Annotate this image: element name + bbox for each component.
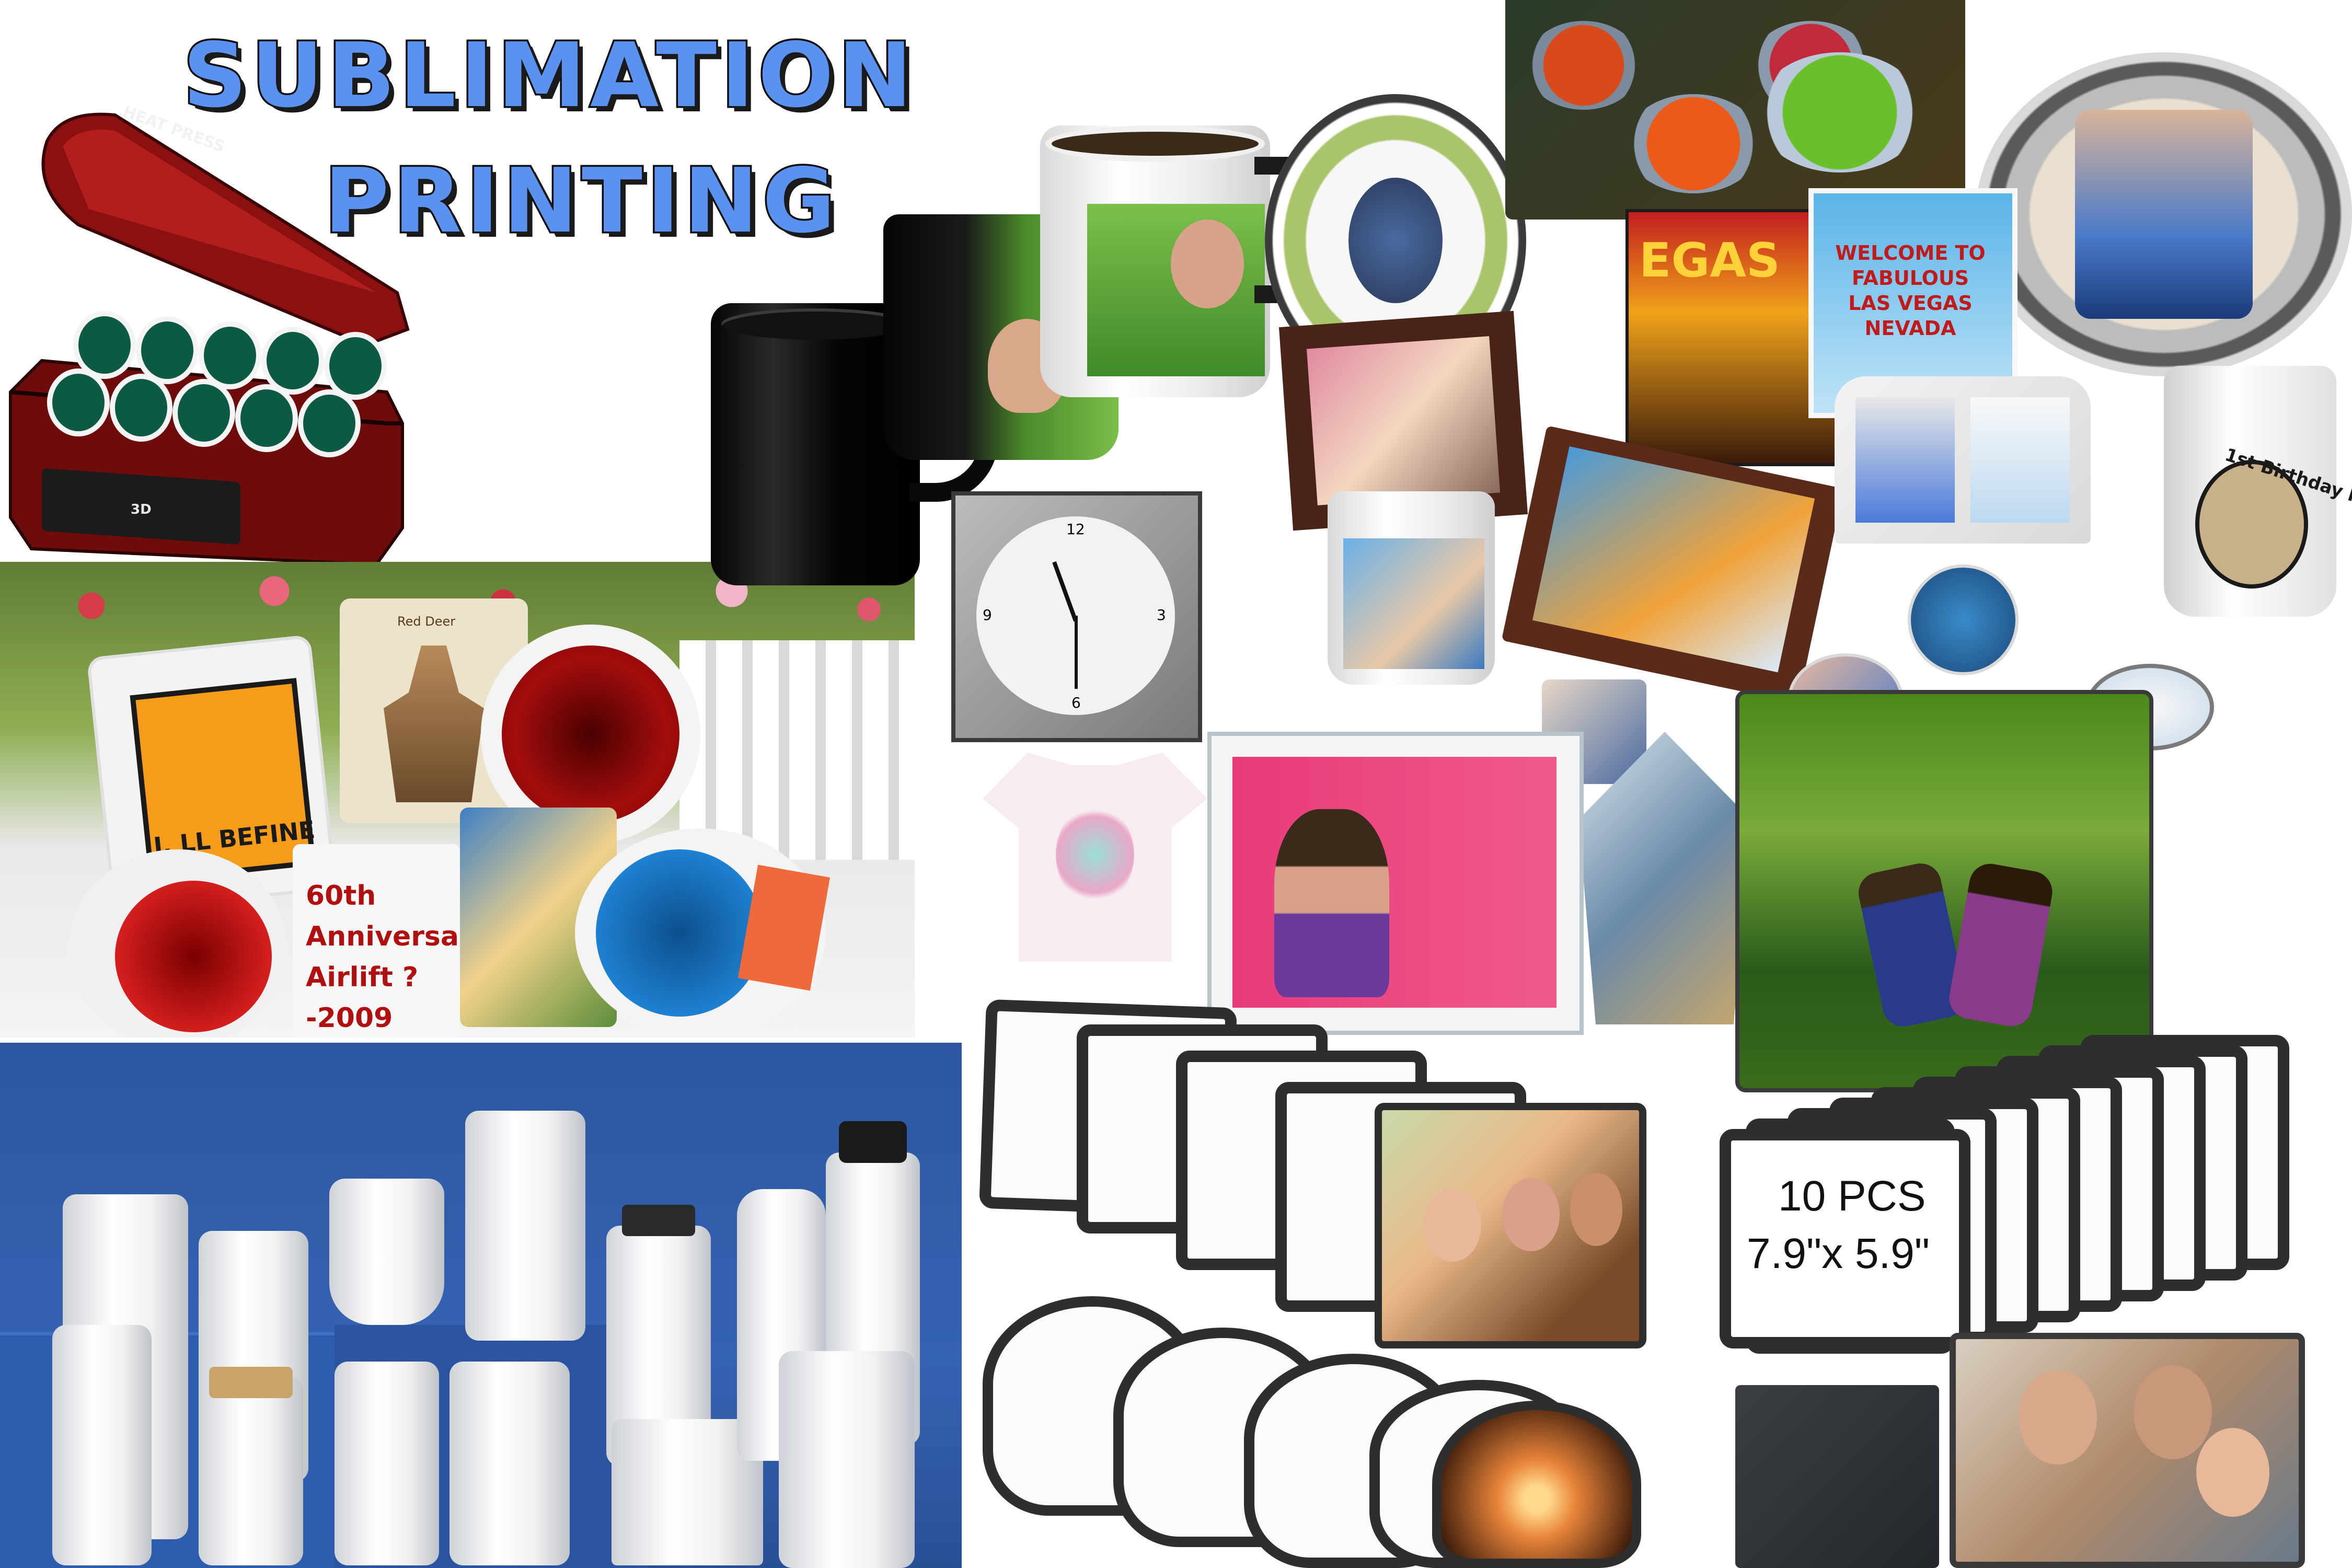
clock-hour-hand [1052,561,1078,622]
tumbler-3 [52,1325,152,1565]
heat-press-model: 3D [131,502,152,517]
printed-t-shirt [983,753,1207,962]
photo-mug-white [1040,125,1270,397]
clock-num: 6 [1071,694,1081,711]
glass-photo-frame-kids [1207,732,1584,1035]
clock-face: 12 3 6 9 [976,516,1175,715]
welcome-vegas-text: WELCOME TO FABULOUS LAS VEGAS NEVADA [1835,241,1986,340]
silver-photo-tray [1976,52,2352,376]
pcs-size-label: 7.9"x 5.9" [1747,1230,1930,1277]
clock-minute-hand [1075,616,1078,689]
heart-slate-sunset-photo [1432,1401,1641,1568]
wide-bottle [779,1351,915,1568]
mug-anniversary: 60th Anniversary Airlift ?-2009 Always [293,844,490,1037]
vegas-sign-text: EGAS [1639,233,1780,288]
large-slate-couple [1735,690,2153,1092]
skinny-tumbler [335,1362,439,1565]
photo-mug-small [1328,491,1495,685]
photo-slate-friends [1375,1103,1646,1348]
heat-press-illustration [9,112,410,567]
bamboo-bottle [199,1367,303,1565]
fruit-photo-board [1505,0,1965,220]
slate-stack-front: 10 PCS 7.9"x 5.9" [1720,1129,1970,1348]
glass-clock: 12 3 6 9 [951,491,1202,742]
heat-press-machine: HEAT PRESS 3D [0,99,418,570]
mug-stack-photo: I, LL BEFINE Red Deer 60th Anniversary A… [0,562,915,1037]
mug-red-bottom [68,849,287,1037]
coaster-set [1501,425,1844,704]
wine-tumbler [329,1179,444,1325]
white-fence [679,640,915,860]
handle-mug-steel [449,1362,570,1565]
tumbler-bottles-photo [0,1043,962,1568]
clock-num: 3 [1157,606,1166,624]
mug-anniversary-text: 60th Anniversary Airlift ?-2009 Always [306,880,490,1034]
mug-blue-interior [575,828,831,1037]
dual-arch-frame [1835,376,2091,544]
family-photo-slate [1950,1333,2305,1568]
mug-deer-text: Red Deer [397,614,456,629]
round-photo-magnet [1908,564,2019,675]
clock-num: 9 [983,606,992,624]
photo-stein: 1st Birthday Nick [2164,366,2352,617]
tall-tumbler [465,1111,585,1341]
clock-num: 12 [1066,521,1085,538]
dark-blank-slate [1735,1385,1939,1568]
pcs-count-label: 10 PCS [1778,1172,1926,1220]
